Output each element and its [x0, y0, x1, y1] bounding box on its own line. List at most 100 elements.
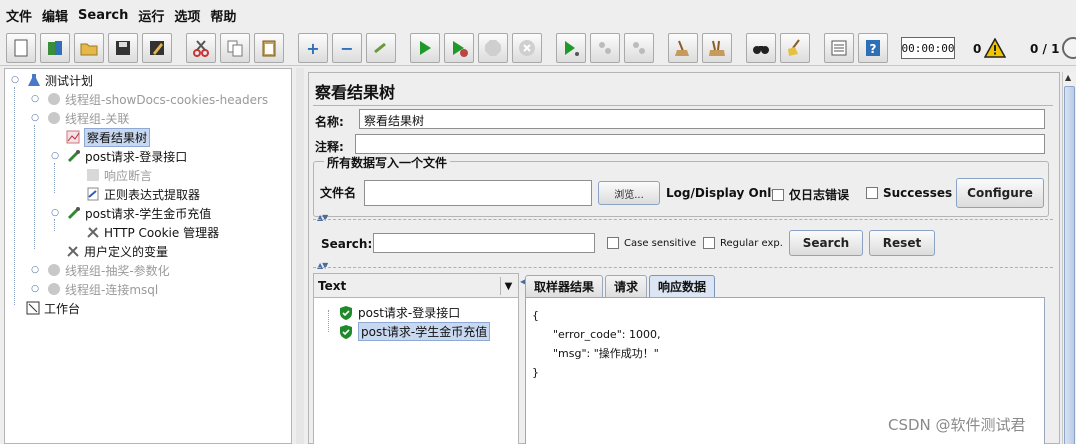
tree-node-thread-group[interactable]: ○ 线程组-showDocs-cookies-headers	[27, 90, 268, 108]
search-button[interactable]	[746, 33, 776, 63]
tree-node-thread-group[interactable]: ○ 线程组-连接msql	[27, 280, 158, 298]
clear-button[interactable]	[668, 33, 698, 63]
success-shield-icon	[340, 324, 352, 339]
name-field[interactable]: 察看结果树	[359, 109, 1045, 129]
wrench-icon	[85, 224, 101, 240]
toggle-button[interactable]	[366, 33, 396, 63]
successes-checkbox[interactable]: Successes	[866, 186, 952, 200]
comment-field[interactable]	[355, 134, 1045, 154]
search-submit-button[interactable]: Search	[789, 230, 863, 256]
menu-edit[interactable]: 编辑	[42, 6, 68, 25]
function-helper-button[interactable]	[824, 33, 854, 63]
tree-expand-icon[interactable]: ○	[27, 110, 43, 126]
tree-node-workbench[interactable]: 工作台	[25, 299, 80, 317]
reset-search-button[interactable]	[780, 33, 810, 63]
gear-icon	[46, 281, 62, 297]
tree-node-http-request[interactable]: ○ post请求-登录接口	[47, 147, 187, 165]
remote-stop-button[interactable]	[590, 33, 620, 63]
copy-icon	[227, 40, 243, 57]
tree-node-http-request[interactable]: ○ post请求-学生金币充值	[47, 204, 211, 222]
chevron-down-icon[interactable]: ▼	[500, 277, 516, 295]
shutdown-button[interactable]	[512, 33, 542, 63]
tree-node-response-assertion[interactable]: 响应断言	[85, 166, 152, 184]
tab-response-data[interactable]: 响应数据	[649, 275, 716, 297]
tree-collapsed-icon[interactable]: ○	[27, 262, 43, 278]
toggle-wand-icon	[374, 42, 386, 54]
main-splitter[interactable]	[296, 68, 304, 444]
tree-collapsed-icon[interactable]: ○	[27, 91, 43, 107]
play-no-timer-icon	[453, 41, 468, 57]
remote-shutdown-icon	[633, 42, 645, 54]
browse-button[interactable]: 浏览...	[598, 181, 660, 205]
collapse-all-button[interactable]: −	[332, 33, 362, 63]
clear-all-button[interactable]	[702, 33, 732, 63]
tree-node-test-plan[interactable]: ○ 测试计划	[7, 71, 93, 89]
start-button[interactable]	[410, 33, 440, 63]
tab-sampler-result[interactable]: 取样器结果	[525, 275, 604, 297]
shutdown-icon	[519, 40, 535, 56]
templates-button[interactable]	[40, 33, 70, 63]
gear-icon	[46, 262, 62, 278]
menu-search[interactable]: Search	[78, 8, 128, 23]
broom-clear-all-icon	[709, 40, 725, 56]
tree-collapsed-icon[interactable]: ○	[27, 281, 43, 297]
warning-triangle-icon[interactable]	[984, 38, 1006, 58]
configure-button[interactable]: Configure	[956, 178, 1044, 208]
vertical-scrollbar[interactable]: ▲	[1062, 72, 1076, 444]
scroll-up-icon[interactable]: ▲	[1065, 73, 1071, 82]
save-button[interactable]	[108, 33, 138, 63]
tree-expand-icon[interactable]: ○	[7, 72, 23, 88]
menu-file[interactable]: 文件	[6, 6, 32, 25]
filename-input[interactable]	[364, 180, 592, 206]
cut-button[interactable]	[186, 33, 216, 63]
test-plan-tree[interactable]: ○ 测试计划 ○ 线程组-showDocs-cookies-headers ○ …	[4, 68, 292, 444]
help-button[interactable]: ?	[858, 33, 888, 63]
stop-button[interactable]	[478, 33, 508, 63]
sample-results-list: Text ▼ post请求-登录接口 post请求-学生金币充值	[313, 273, 519, 444]
case-sensitive-checkbox[interactable]: Case sensitive	[607, 237, 696, 249]
reset-button[interactable]: Reset	[869, 230, 935, 256]
save-as-button[interactable]	[142, 33, 172, 63]
section-splitter[interactable]	[313, 219, 1053, 223]
sample-item[interactable]: post请求-学生金币充值	[338, 322, 491, 341]
tree-node-user-variables[interactable]: 用户定义的变量	[65, 242, 168, 260]
scroll-thumb[interactable]	[1064, 86, 1075, 444]
tree-expand-icon[interactable]: ○	[47, 148, 63, 164]
pipette-icon	[66, 148, 82, 164]
copy-button[interactable]	[220, 33, 250, 63]
pipette-icon	[66, 205, 82, 221]
start-no-pauses-button[interactable]	[444, 33, 474, 63]
tree-node-view-results-tree[interactable]: 察看结果树	[65, 127, 151, 147]
checkbox-box[interactable]	[772, 188, 784, 201]
remote-start-button[interactable]	[556, 33, 586, 63]
regexp-checkbox[interactable]: Regular exp.	[703, 237, 783, 249]
result-tabs: 取样器结果 请求 响应数据	[525, 275, 717, 297]
tree-node-regex-extractor[interactable]: 正则表达式提取器	[85, 185, 200, 203]
menu-run[interactable]: 运行	[138, 6, 164, 25]
paste-button[interactable]	[254, 33, 284, 63]
expand-all-button[interactable]: +	[298, 33, 328, 63]
tab-request[interactable]: 请求	[605, 275, 648, 297]
tree-node-thread-group[interactable]: ○ 线程组-关联	[27, 109, 129, 127]
renderer-select[interactable]: Text ▼	[314, 274, 518, 298]
menu-help[interactable]: 帮助	[210, 6, 236, 25]
checkbox-box[interactable]	[703, 237, 715, 249]
new-button[interactable]	[6, 33, 36, 63]
elapsed-timer: 00:00:00	[901, 37, 955, 59]
tree-node-cookie-manager[interactable]: HTTP Cookie 管理器	[85, 223, 219, 241]
checkbox-box[interactable]	[607, 237, 619, 249]
broom-clear-icon	[675, 40, 689, 56]
section-splitter[interactable]	[313, 267, 1053, 271]
remote-shutdown-button[interactable]	[624, 33, 654, 63]
search-input[interactable]	[373, 233, 595, 253]
fieldset-legend: 所有数据写入一个文件	[324, 154, 451, 171]
tree-guide	[34, 125, 35, 249]
tree-expand-icon[interactable]: ○	[47, 205, 63, 221]
errors-only-checkbox[interactable]: 仅日志错误	[772, 186, 849, 203]
checkbox-box[interactable]	[866, 187, 878, 199]
warning-count: 0	[973, 42, 982, 56]
sample-item[interactable]: post请求-登录接口	[338, 304, 460, 321]
tree-node-thread-group[interactable]: ○ 线程组-抽奖-参数化	[27, 261, 170, 279]
open-button[interactable]	[74, 33, 104, 63]
menu-options[interactable]: 选项	[174, 6, 200, 25]
